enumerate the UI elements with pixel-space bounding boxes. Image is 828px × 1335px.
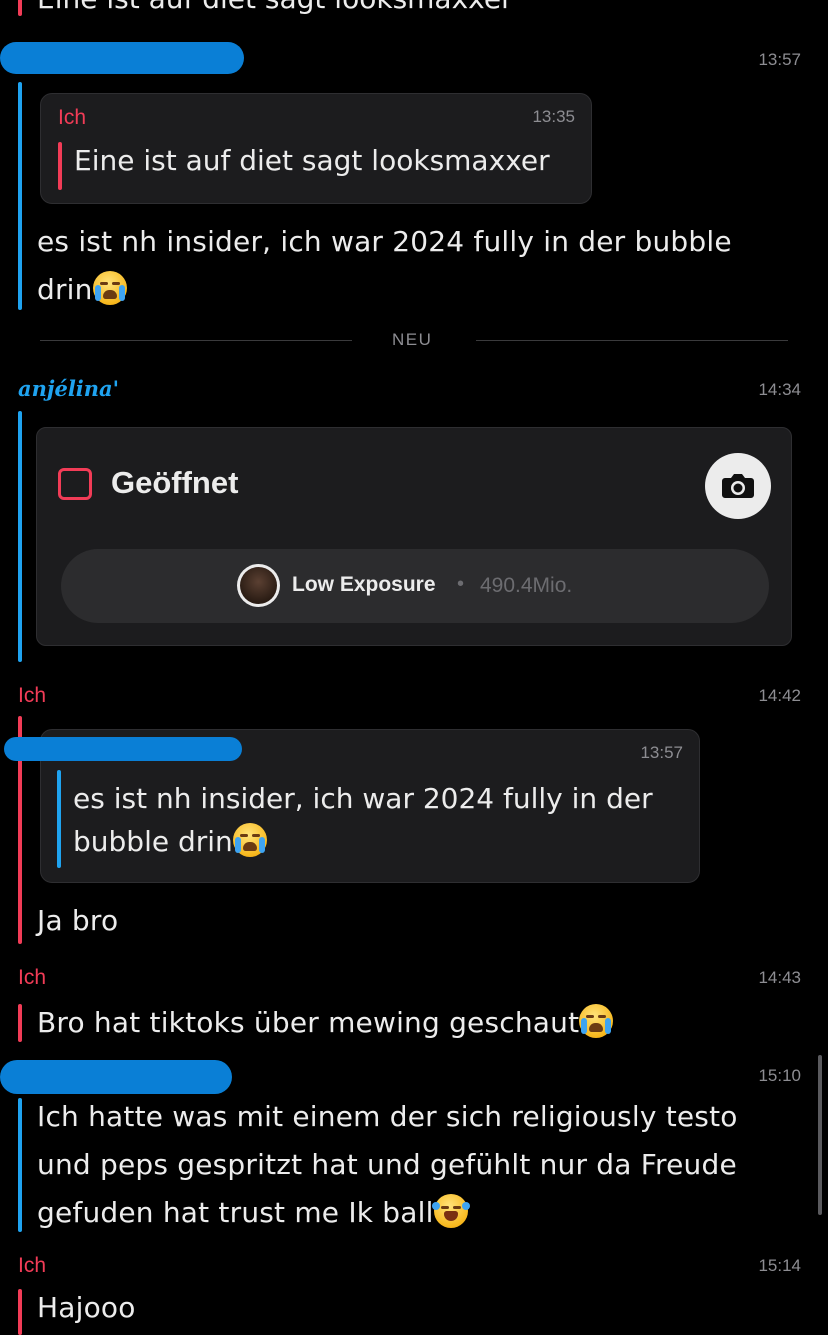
quote-bar	[58, 142, 62, 190]
camera-icon	[722, 474, 754, 498]
loudly-crying-face-icon	[92, 271, 127, 305]
message-timestamp: 14:34	[758, 380, 801, 399]
quote-timestamp: 13:57	[640, 743, 683, 762]
quote-text: Eine ist auf diet sagt looksmaxxer	[74, 144, 550, 177]
scrollbar[interactable]	[818, 1055, 822, 1215]
divider-line-right	[476, 340, 788, 341]
message-bar	[18, 1289, 22, 1335]
message-timestamp: 14:43	[758, 968, 801, 987]
message-bar	[18, 411, 22, 662]
message-text: Ja bro	[37, 904, 119, 937]
avatar	[237, 564, 280, 607]
message-text: Hajooo	[37, 1291, 136, 1324]
message-bar	[18, 82, 22, 310]
message-line: gefuden hat trust me Ik ball	[37, 1189, 738, 1237]
story-name: Low Exposure	[292, 573, 436, 596]
face-with-tears-of-joy-icon	[431, 1194, 470, 1228]
message-timestamp: 14:42	[758, 686, 801, 705]
message-line: es ist nh insider, ich war 2024 fully in…	[37, 225, 732, 258]
quoted-message[interactable]: Ich 13:35 Eine ist auf diet sagt looksma…	[40, 93, 592, 204]
divider-label: NEU	[392, 330, 433, 349]
redacted-sender-name	[0, 1060, 232, 1094]
message-line-text: gefuden hat trust me Ik ball	[37, 1196, 434, 1229]
quote-line: es ist nh insider, ich war 2024 fully in…	[73, 782, 653, 815]
message-line: Ich hatte was mit einem der sich religio…	[37, 1100, 738, 1133]
message-line: drin	[37, 266, 732, 314]
divider-line-left	[40, 340, 352, 341]
quote-line: bubble drin	[73, 820, 653, 863]
camera-reply-button[interactable]	[705, 453, 771, 519]
message-bar	[18, 1004, 22, 1042]
sender-name[interactable]: anjélina'	[18, 376, 119, 401]
loudly-crying-face-icon	[232, 823, 267, 857]
message-timestamp: 15:14	[758, 1256, 801, 1275]
message-bar	[18, 0, 22, 16]
message-line-text: drin	[37, 273, 93, 306]
message-text: Bro hat tiktoks über mewing geschaut	[37, 999, 614, 1047]
opened-status-icon	[58, 468, 92, 500]
message-text: Ich hatte was mit einem der sich religio…	[37, 1093, 738, 1237]
snap-card[interactable]: Geöffnet Low Exposure • 490.4Mio.	[36, 427, 792, 646]
message-timestamp: 13:57	[758, 50, 801, 69]
message-bar	[18, 1098, 22, 1232]
story-view-count: 490.4Mio.	[480, 574, 573, 597]
quote-text: es ist nh insider, ich war 2024 fully in…	[73, 777, 653, 863]
sender-name: Ich	[18, 684, 47, 707]
message-line-text: Bro hat tiktoks über mewing geschaut	[37, 1006, 580, 1039]
snap-status: Geöffnet	[111, 465, 239, 500]
quote-bar	[57, 770, 61, 868]
story-chip[interactable]: Low Exposure • 490.4Mio.	[61, 549, 769, 623]
quote-timestamp: 13:35	[532, 107, 575, 126]
message-line: und peps gespritzt hat und gefühlt nur d…	[37, 1148, 737, 1181]
loudly-crying-face-icon	[579, 1004, 614, 1038]
quote-author: Ich	[58, 106, 87, 129]
redacted-quote-author	[4, 737, 242, 761]
quote-line-text: bubble drin	[73, 825, 233, 858]
redacted-sender-name	[0, 42, 244, 74]
separator-dot: •	[457, 573, 465, 595]
sender-name: Ich	[18, 1254, 47, 1277]
sender-name: Ich	[18, 966, 47, 989]
cut-off-message: Eine ist auf diet sagt looksmaxxer	[37, 0, 513, 15]
message-timestamp: 15:10	[758, 1066, 801, 1085]
message-text: es ist nh insider, ich war 2024 fully in…	[37, 218, 732, 314]
